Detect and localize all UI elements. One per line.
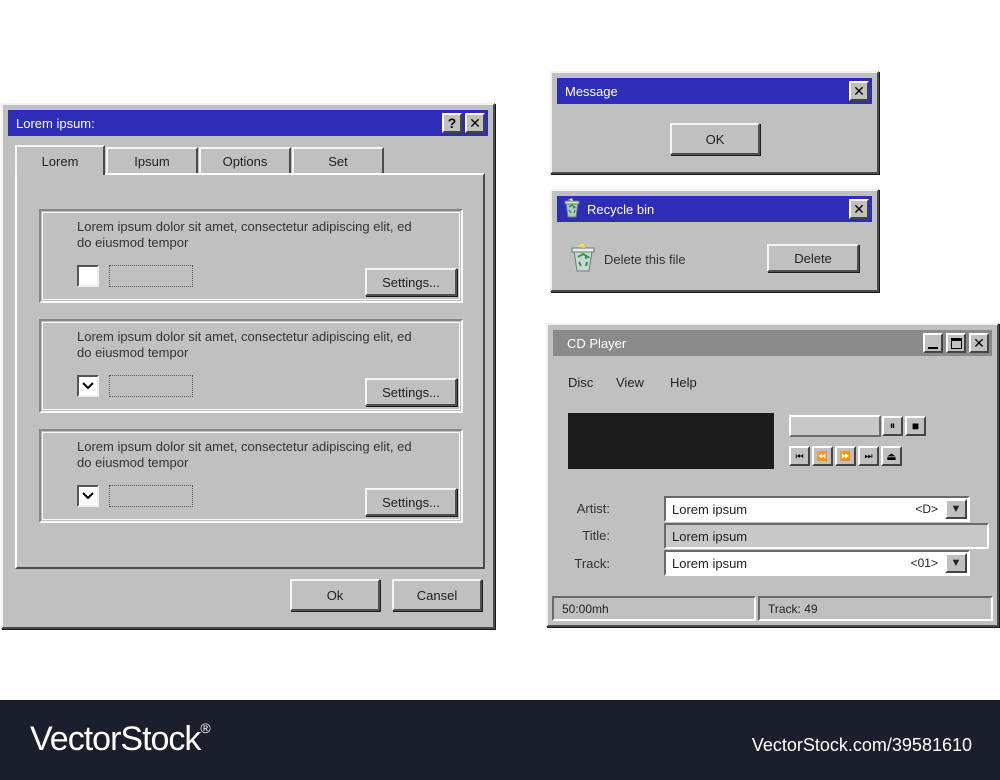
ok-button[interactable]: Ok [290,579,380,611]
menu-help[interactable]: Help [670,375,697,390]
recycle-title: Recycle bin [587,201,655,217]
settings-button-3[interactable]: Settings... [365,488,457,516]
track-value: Lorem ipsum [672,555,748,571]
next-track-button[interactable]: ⏭ [858,446,879,466]
recycle-bin-icon [571,243,595,272]
option-field-3[interactable] [109,485,193,507]
prev-track-button[interactable]: ⏮ [789,446,810,466]
track-tag: <01> [910,556,938,570]
status-track: Track: 49 [758,596,993,621]
minimize-button[interactable] [923,333,943,353]
dropdown-arrow-icon: ▼ [950,503,962,515]
option-field-1[interactable] [109,265,193,287]
option-checkbox-2[interactable] [77,375,99,397]
close-button[interactable]: ✕ [465,113,485,133]
artist-tag: <D> [915,502,938,516]
tab-lorem[interactable]: Lorem [15,145,105,175]
recycle-bin-icon [564,198,580,218]
option-group-text: Lorem ipsum dolor sit amet, consectetur … [77,329,412,360]
message-dialog: Message ✕ OK [550,71,879,174]
status-time: 50:00mh [552,596,756,621]
artist-dropdown-button[interactable]: ▼ [945,499,967,519]
forward-icon: ⏩ [839,450,852,461]
main-dialog-title: Lorem ipsum: [16,115,95,131]
pause-button[interactable]: ⏸ [882,416,903,436]
option-group-text: Lorem ipsum dolor sit amet, consectetur … [77,439,412,470]
menu-view[interactable]: View [616,375,644,390]
track-label: Track: [574,556,610,571]
message-title: Message [565,83,618,99]
dropdown-arrow-icon: ▼ [950,557,962,569]
close-icon: ✕ [973,335,985,351]
checkmark-icon [82,492,94,500]
main-dialog: Lorem ipsum: ? ✕ Lorem Ipsum Options Set… [1,103,495,629]
forward-button[interactable]: ⏩ [835,446,856,466]
option-field-2[interactable] [109,375,193,397]
menu-disc[interactable]: Disc [568,375,593,390]
option-group-1: Lorem ipsum dolor sit amet, consectetur … [39,209,463,303]
title-value: Lorem ipsum [672,528,748,544]
option-group-2: Lorem ipsum dolor sit amet, consectetur … [39,319,463,413]
close-icon: ✕ [853,201,865,217]
watermark-brand: VectorStock® [30,720,211,758]
cancel-button[interactable]: Cansel [392,579,482,611]
pause-icon: ⏸ [889,419,896,432]
rewind-button[interactable]: ⏪ [812,446,833,466]
watermark-url: VectorStock.com/39581610 [751,735,972,755]
track-dropdown-button[interactable]: ▼ [945,553,967,573]
eject-button[interactable]: ⏏ [881,446,902,466]
cd-player-titlebar[interactable]: CD Player ✕ [553,330,992,356]
stop-icon: ■ [911,419,920,433]
eject-icon: ⏏ [886,450,897,463]
prev-track-icon: ⏮ [795,450,804,461]
rewind-icon: ⏪ [816,450,829,461]
recycle-titlebar[interactable]: Recycle bin ✕ [557,196,872,222]
next-track-icon: ⏭ [864,450,873,461]
close-button[interactable]: ✕ [849,199,869,219]
delete-button[interactable]: Delete [767,244,859,272]
recycle-message: Delete this file [604,252,686,267]
stop-button[interactable]: ■ [905,416,926,436]
maximize-icon [950,337,962,349]
tab-set[interactable]: Set [292,147,384,173]
settings-button-1[interactable]: Settings... [365,268,457,296]
track-progress-bar[interactable] [789,415,881,437]
artist-label: Artist: [576,501,610,516]
option-checkbox-3[interactable] [77,485,99,507]
checkmark-icon [82,382,94,390]
close-icon: ✕ [469,115,481,131]
close-button[interactable]: ✕ [849,81,869,101]
track-select[interactable]: Lorem ipsum <01> ▼ [664,550,970,576]
artist-value: Lorem ipsum [672,501,748,517]
help-button[interactable]: ? [442,113,462,133]
tab-options[interactable]: Options [199,147,291,173]
option-group-text: Lorem ipsum dolor sit amet, consectetur … [77,219,412,250]
cd-display [568,413,774,469]
close-button[interactable]: ✕ [969,333,989,353]
option-checkbox-1[interactable] [77,265,99,287]
settings-button-2[interactable]: Settings... [365,378,457,406]
cd-player-window: CD Player ✕ Disc View Help ⏸ ■ ⏮ ⏪ ⏩ ⏭ ⏏… [546,323,999,627]
watermark-footer: VectorStock® VectorStock.com/39581610 [0,700,1000,780]
recycle-bin-dialog: Recycle bin ✕ Delete this file Delete [550,189,879,292]
tab-panel: Lorem ipsum dolor sit amet, consectetur … [15,173,485,569]
close-icon: ✕ [853,83,865,99]
maximize-button[interactable] [946,333,966,353]
title-field: Lorem ipsum [664,523,989,549]
option-group-3: Lorem ipsum dolor sit amet, consectetur … [39,429,463,523]
artist-select[interactable]: Lorem ipsum <D> ▼ [664,496,970,522]
minimize-icon [928,347,938,349]
cd-player-title: CD Player [567,335,627,351]
main-dialog-titlebar[interactable]: Lorem ipsum: ? ✕ [8,110,488,136]
message-ok-button[interactable]: OK [670,123,760,155]
tab-ipsum[interactable]: Ipsum [106,147,198,173]
title-label: Title: [582,528,610,543]
message-titlebar[interactable]: Message ✕ [557,78,872,104]
